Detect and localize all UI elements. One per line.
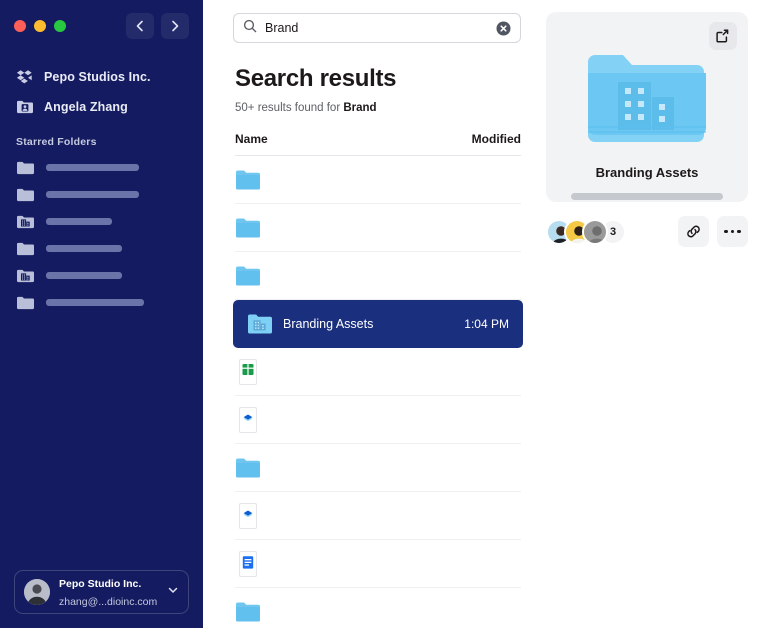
- shared-folder-building-icon: [247, 311, 273, 337]
- column-header-modified[interactable]: Modified: [472, 132, 521, 146]
- clear-search-button[interactable]: [496, 21, 511, 36]
- table-header: Name Modified: [235, 132, 521, 156]
- preview-actions: 3: [546, 216, 748, 247]
- preview-panel: Branding Assets 3: [533, 0, 765, 628]
- table-row[interactable]: [235, 156, 521, 204]
- team-account-label: Pepo Studios Inc.: [44, 70, 151, 84]
- preview-detail-placeholder: [571, 193, 723, 200]
- sidebar-item-personal-account[interactable]: Angela Zhang: [16, 92, 187, 122]
- starred-folder-item[interactable]: [16, 181, 187, 208]
- preview-card: Branding Assets: [546, 12, 748, 202]
- folder-icon: [16, 241, 35, 257]
- app-window: Pepo Studios Inc. Angela Zhang Starred F…: [0, 0, 765, 628]
- starred-folder-item[interactable]: [16, 289, 187, 316]
- folder-icon: [235, 455, 261, 481]
- maximize-window-button[interactable]: [54, 20, 66, 32]
- account-switcher-card[interactable]: Pepo Studio Inc. zhang@...dioinc.com: [14, 570, 189, 614]
- starred-folder-item[interactable]: [16, 208, 187, 235]
- starred-folder-item[interactable]: [16, 262, 187, 289]
- search-results-panel: Brand Search results 50+ results found f…: [203, 0, 533, 628]
- table-row-selected[interactable]: Branding Assets 1:04 PM: [233, 300, 523, 348]
- search-input[interactable]: Brand: [233, 13, 521, 43]
- close-window-button[interactable]: [14, 20, 26, 32]
- folder-icon: [16, 295, 35, 311]
- starred-folder-name-placeholder: [46, 191, 139, 198]
- table-row[interactable]: [235, 444, 521, 492]
- page-title: Search results: [235, 65, 397, 92]
- starred-folders-list: [0, 154, 203, 316]
- shared-folder-person-icon: [16, 98, 34, 116]
- avatar: [24, 579, 50, 605]
- shared-folder-building-icon: [16, 268, 35, 284]
- open-in-new-window-button[interactable]: [709, 22, 737, 50]
- chevron-right-icon: [172, 20, 179, 32]
- starred-folder-item[interactable]: [16, 154, 187, 181]
- minimize-window-button[interactable]: [34, 20, 46, 32]
- sketch-file-icon: [235, 406, 261, 433]
- selected-row-modified: 1:04 PM: [464, 316, 509, 331]
- column-header-name[interactable]: Name: [235, 132, 472, 146]
- table-row[interactable]: [235, 396, 521, 444]
- more-options-button[interactable]: [717, 216, 748, 247]
- shared-folder-building-large-icon: [586, 52, 708, 153]
- account-list: Pepo Studios Inc. Angela Zhang: [0, 52, 203, 122]
- sidebar: Pepo Studios Inc. Angela Zhang Starred F…: [0, 0, 203, 628]
- more-ellipsis-icon: [724, 229, 741, 234]
- back-button[interactable]: [126, 13, 154, 39]
- table-row[interactable]: [235, 204, 521, 252]
- starred-folder-name-placeholder: [46, 272, 122, 279]
- table-row[interactable]: [235, 252, 521, 300]
- table-row[interactable]: [235, 492, 521, 540]
- sidebar-item-team-account[interactable]: Pepo Studios Inc.: [16, 62, 187, 92]
- search-icon: [243, 19, 257, 38]
- member-avatar: [582, 218, 608, 245]
- external-link-icon: [716, 29, 729, 43]
- starred-folder-name-placeholder: [46, 245, 122, 252]
- spreadsheet-file-icon: [235, 358, 261, 385]
- results-query-term: Brand: [343, 102, 377, 114]
- sketch-file-icon: [235, 502, 261, 529]
- results-list: Branding Assets 1:04 PM: [233, 156, 523, 628]
- search-bar-container: Brand: [203, 0, 533, 43]
- traffic-lights: [14, 20, 66, 32]
- shared-folder-building-icon: [16, 214, 35, 230]
- results-count-text: 50+ results found for Brand: [235, 102, 521, 114]
- member-avatars[interactable]: 3: [546, 218, 626, 245]
- selected-row-name: Branding Assets: [283, 316, 374, 331]
- account-card-text: Pepo Studio Inc. zhang@...dioinc.com: [59, 574, 158, 610]
- starred-folder-name-placeholder: [46, 299, 144, 306]
- starred-folder-name-placeholder: [46, 218, 112, 225]
- folder-icon: [235, 599, 261, 625]
- table-row[interactable]: [235, 348, 521, 396]
- title-bar: [0, 0, 203, 52]
- forward-button[interactable]: [161, 13, 189, 39]
- folder-icon: [235, 167, 261, 193]
- account-card-name: Pepo Studio Inc.: [59, 578, 142, 590]
- folder-icon: [235, 215, 261, 241]
- search-query-text[interactable]: Brand: [265, 13, 488, 43]
- folder-icon: [235, 263, 261, 289]
- account-card-email: zhang@...dioinc.com: [59, 596, 158, 608]
- preview-action-buttons: [678, 216, 748, 247]
- starred-folder-name-placeholder: [46, 164, 139, 171]
- results-container: Search results 50+ results found for Bra…: [203, 43, 533, 628]
- chevron-down-icon[interactable]: [167, 583, 179, 601]
- folder-icon: [16, 160, 35, 176]
- results-count-prefix: 50+ results found for: [235, 102, 344, 114]
- document-file-icon: [235, 550, 261, 577]
- starred-folder-item[interactable]: [16, 235, 187, 262]
- personal-account-label: Angela Zhang: [44, 100, 128, 114]
- table-row[interactable]: [235, 588, 521, 628]
- chevron-left-icon: [136, 20, 143, 32]
- copy-link-button[interactable]: [678, 216, 709, 247]
- starred-folders-heading: Starred Folders: [16, 136, 97, 148]
- link-chain-icon: [687, 225, 700, 238]
- folder-icon: [16, 187, 35, 203]
- table-row[interactable]: [235, 540, 521, 588]
- navigation-buttons: [126, 13, 189, 39]
- preview-folder-name: Branding Assets: [595, 165, 699, 180]
- dropbox-logo-icon: [16, 68, 34, 86]
